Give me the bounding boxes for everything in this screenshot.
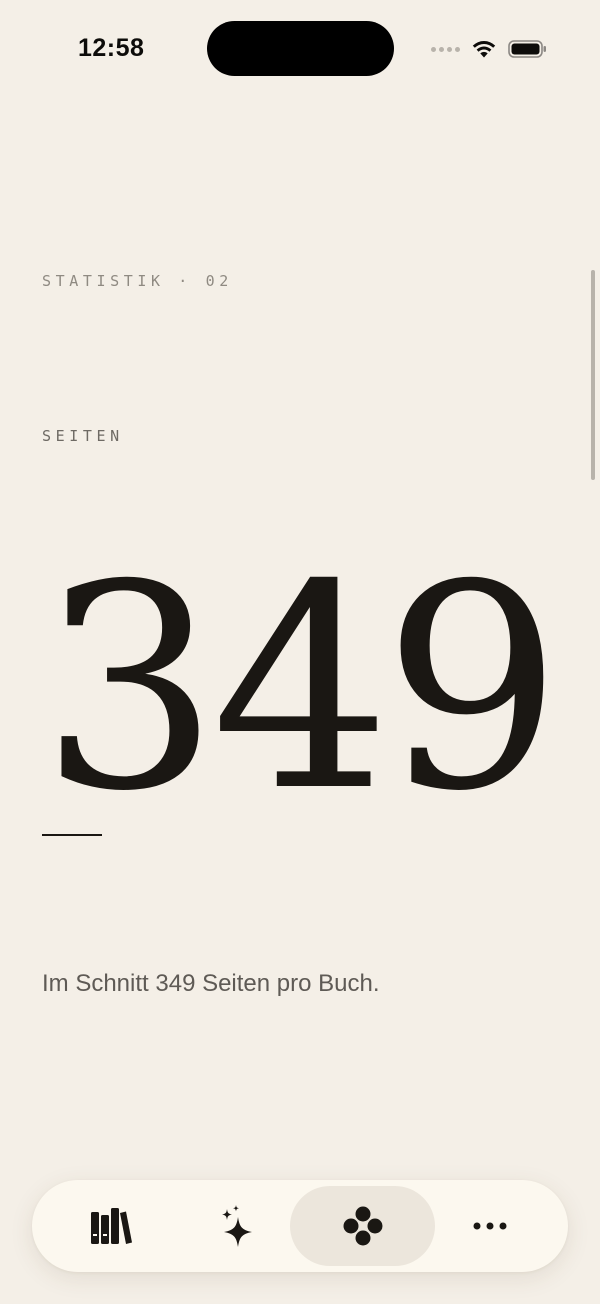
- section-eyebrow: STATISTIK · 02: [42, 272, 233, 290]
- battery-icon: [508, 40, 546, 58]
- tab-statistics[interactable]: [290, 1186, 435, 1266]
- dynamic-island: [207, 21, 394, 76]
- status-icons: [431, 36, 548, 62]
- library-books-icon: [90, 1208, 132, 1244]
- wifi-icon: [472, 41, 496, 58]
- cellular-signal-icon: [431, 46, 460, 52]
- status-bar: 12:58: [0, 0, 600, 96]
- metric-value: 349: [40, 524, 562, 853]
- status-time: 12:58: [78, 34, 145, 62]
- scroll-indicator[interactable]: [591, 270, 595, 480]
- metric-label: SEITEN: [42, 427, 124, 445]
- divider-rule: [42, 834, 102, 836]
- tab-more[interactable]: [417, 1186, 562, 1266]
- tab-sparkles[interactable]: [165, 1186, 310, 1266]
- tab-bar: [32, 1180, 568, 1272]
- four-dots-icon: [343, 1206, 382, 1246]
- tab-library[interactable]: [38, 1186, 183, 1266]
- sparkles-icon: [221, 1205, 252, 1247]
- metric-description: Im Schnitt 349 Seiten pro Buch.: [42, 970, 380, 997]
- more-ellipsis-icon: [473, 1222, 506, 1230]
